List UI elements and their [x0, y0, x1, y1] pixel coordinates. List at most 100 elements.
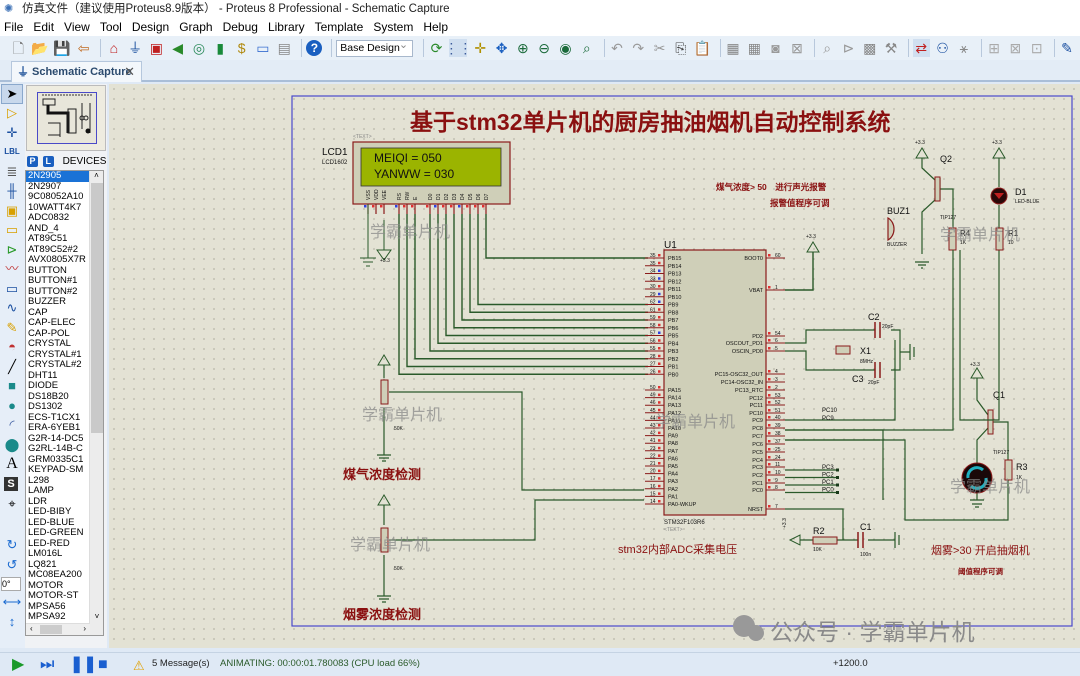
copy-icon[interactable]: ⎘: [672, 39, 689, 57]
device-list-item[interactable]: CRYSTAL: [26, 339, 90, 350]
device-list-item[interactable]: DS18B20: [26, 392, 90, 403]
menu-debug[interactable]: Debug: [222, 20, 259, 34]
symbol-icon[interactable]: S: [4, 477, 18, 491]
device-list-item[interactable]: LM016L: [26, 549, 90, 560]
search-icon[interactable]: ⚇: [934, 39, 951, 57]
pan-icon[interactable]: ✥: [493, 39, 510, 57]
buses-icon[interactable]: ╫: [1, 182, 23, 202]
device-list-item[interactable]: G2R-14-DC5: [26, 434, 90, 445]
pcb-icon[interactable]: ▣: [148, 39, 165, 57]
property-assign-icon[interactable]: ⚹: [955, 39, 972, 57]
marker-icon[interactable]: ⌖: [1, 494, 23, 514]
open-folder-icon[interactable]: 📂: [31, 39, 48, 57]
circle-icon[interactable]: ●: [1, 396, 23, 416]
import-icon[interactable]: ⇦: [75, 39, 92, 57]
packaging-icon[interactable]: ▩: [861, 39, 878, 57]
device-list-item[interactable]: LED-BIBY: [26, 507, 90, 518]
stop-button[interactable]: ■: [98, 656, 108, 674]
device-pins-icon[interactable]: ⊳: [1, 240, 23, 260]
flip-vertical-icon[interactable]: ↕: [1, 612, 23, 632]
messages-count[interactable]: 5 Message(s): [152, 658, 210, 669]
menu-edit[interactable]: Edit: [32, 20, 55, 34]
path-icon[interactable]: ⬤: [1, 435, 23, 455]
device-list-item[interactable]: DIODE: [26, 381, 90, 392]
new-sheet-icon[interactable]: ⊞: [986, 39, 1003, 57]
scroll-up-icon[interactable]: ˄: [90, 171, 103, 181]
play-button[interactable]: ▶: [12, 656, 24, 674]
menu-graph[interactable]: Graph: [178, 20, 213, 34]
device-list-item[interactable]: 10WATT4K7: [26, 203, 90, 214]
menu-tool[interactable]: Tool: [99, 20, 123, 34]
device-list-item[interactable]: CRYSTAL#2: [26, 360, 90, 371]
device-list-item[interactable]: CAP: [26, 308, 90, 319]
design-variant-select[interactable]: Base Design: [336, 38, 414, 57]
schematic-icon[interactable]: ⏚: [127, 39, 144, 57]
flip-horizontal-icon[interactable]: ⟷: [1, 593, 23, 613]
device-list-item[interactable]: G2RL-14B-C: [26, 444, 90, 455]
terminals-icon[interactable]: ▭: [1, 221, 23, 241]
device-list-item[interactable]: BUTTON: [26, 266, 90, 277]
overview-window[interactable]: [26, 85, 106, 151]
line-icon[interactable]: ╱: [1, 357, 23, 377]
graph-icon[interactable]: 〰: [1, 260, 23, 280]
component-mode-icon[interactable]: ▷: [1, 104, 23, 124]
zoom-area-icon[interactable]: ⌕: [578, 39, 595, 57]
device-list-item[interactable]: LDR: [26, 497, 90, 508]
gerber-viewer-icon[interactable]: ◎: [191, 39, 208, 57]
device-list-item[interactable]: DHT11: [26, 371, 90, 382]
step-button[interactable]: ⏭: [40, 656, 54, 674]
notes-icon[interactable]: ▤: [276, 39, 293, 57]
rotate-ccw-icon[interactable]: ↺: [1, 555, 23, 575]
hscroll-thumb[interactable]: [40, 625, 62, 634]
device-list-item[interactable]: 9C08052A10: [26, 192, 90, 203]
rotate-cw-icon[interactable]: ↻: [1, 536, 23, 556]
scroll-down-icon[interactable]: ˅: [90, 612, 103, 621]
home-icon[interactable]: ⌂: [105, 39, 122, 57]
menu-help[interactable]: Help: [422, 20, 449, 34]
bill-of-materials-icon[interactable]: $: [233, 39, 250, 57]
device-list-hscrollbar[interactable]: ‹ ›: [26, 623, 90, 635]
pick-device-icon[interactable]: ⌕: [819, 39, 836, 57]
pick-devices-button[interactable]: P: [27, 155, 38, 167]
vsm-studio-icon[interactable]: ▭: [254, 39, 271, 57]
tab-schematic-capture[interactable]: ⏚ Schematic Capture ✕: [11, 61, 142, 82]
redo-icon[interactable]: ↷: [630, 39, 647, 57]
voltage-probe-icon[interactable]: ✎: [1, 318, 23, 338]
help-icon[interactable]: ?: [306, 39, 323, 57]
device-list-item[interactable]: LAMP: [26, 486, 90, 497]
library-manager-button[interactable]: L: [42, 155, 54, 167]
pause-button[interactable]: ❚❚: [70, 656, 97, 674]
netlist-icon[interactable]: ✎: [1059, 39, 1076, 57]
device-list-item[interactable]: LQ821: [26, 560, 90, 571]
device-list-item[interactable]: MOTOR-ST: [26, 591, 90, 602]
device-list-item[interactable]: 2N2905: [26, 171, 90, 182]
block-rotate-icon[interactable]: ◙: [767, 39, 784, 57]
new-file-icon[interactable]: 🗋: [10, 39, 27, 57]
device-list-item[interactable]: MOTOR: [26, 581, 90, 592]
device-list-item[interactable]: ECS-T1CX1: [26, 413, 90, 424]
remove-sheet-icon[interactable]: ⊠: [1007, 39, 1024, 57]
device-list-item[interactable]: BUTTON#2: [26, 287, 90, 298]
paste-icon[interactable]: 📋: [694, 39, 711, 57]
junction-dot-icon[interactable]: ✛: [1, 123, 23, 143]
block-copy-icon[interactable]: ▦: [725, 39, 742, 57]
device-list-item[interactable]: LED-GREEN: [26, 528, 90, 539]
goto-sheet-icon[interactable]: ⊡: [1028, 39, 1045, 57]
block-delete-icon[interactable]: ⊠: [789, 39, 806, 57]
device-list-item[interactable]: KEYPAD-SM: [26, 465, 90, 476]
block-move-icon[interactable]: ▦: [746, 39, 763, 57]
generator-icon[interactable]: ∿: [1, 299, 23, 319]
device-list-item[interactable]: AVX0805X7R: [26, 255, 90, 266]
tape-recorder-icon[interactable]: ▭: [1, 279, 23, 299]
device-list-scrollbar[interactable]: ˄ ˅: [89, 171, 103, 635]
device-list-item[interactable]: ERA-6YEB1: [26, 423, 90, 434]
device-list[interactable]: 2N2905 2N2907 9C08052A10 10WATT4K7 ADC0832 AN…: [25, 170, 104, 636]
device-list-item[interactable]: LED-RED: [26, 539, 90, 550]
zoom-out-icon[interactable]: ⊖: [536, 39, 553, 57]
text-icon[interactable]: A: [1, 455, 23, 475]
subcircuit-icon[interactable]: ▣: [1, 201, 23, 221]
menu-design[interactable]: Design: [131, 20, 170, 34]
device-list-item[interactable]: BUTTON#1: [26, 276, 90, 287]
cut-icon[interactable]: ✂: [651, 39, 668, 57]
rotation-angle-field[interactable]: 0°: [1, 576, 21, 591]
